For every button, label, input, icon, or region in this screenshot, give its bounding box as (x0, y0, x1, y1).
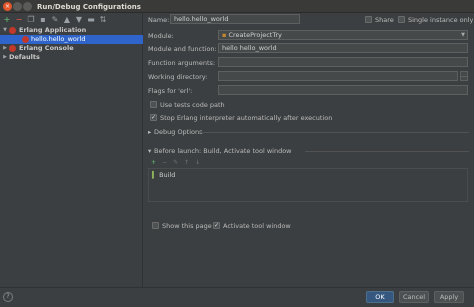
module-select[interactable]: ▪ CreateProjectTry ▼ (218, 30, 468, 40)
erlang-icon (9, 27, 16, 34)
activate-tool-window-checkbox[interactable]: ✓ (213, 222, 220, 229)
show-page-checkbox[interactable] (152, 222, 159, 229)
save-icon[interactable]: ▪ (39, 15, 47, 24)
erlang-icon (22, 36, 29, 43)
cancel-button[interactable]: Cancel (399, 291, 429, 303)
tree-item-hello-world[interactable]: hello.hello_world (0, 35, 143, 44)
configuration-form: Name: hello.hello_world Share Single ins… (143, 13, 474, 287)
tree-item-label: hello.hello_world (31, 35, 86, 43)
chevron-down-icon[interactable]: ▼ (2, 26, 8, 35)
tree-item-label: Erlang Console (19, 44, 74, 52)
move-down-icon[interactable]: ↓ (195, 159, 200, 166)
tree-item-erlang-console[interactable]: ▶ Erlang Console (0, 44, 143, 53)
flags-label: Flags for 'erl': (148, 87, 193, 95)
module-icon: ▪ (222, 31, 227, 39)
remove-icon[interactable]: − (15, 15, 23, 24)
module-label: Module: (148, 32, 174, 40)
before-launch-divider (305, 151, 469, 152)
folder-icon[interactable]: ▬ (87, 15, 95, 24)
before-launch-list: ▍ Build (148, 168, 468, 202)
tree-item-label: Defaults (9, 53, 40, 61)
activate-tool-window-label: Activate tool window (223, 222, 291, 230)
window-title: Run/Debug Configurations (37, 3, 141, 11)
settings-icon[interactable]: ✎ (51, 15, 59, 24)
help-button[interactable]: ? (3, 292, 13, 302)
function-arguments-field[interactable] (218, 57, 468, 67)
use-tests-label: Use tests code path (160, 101, 225, 109)
chevron-right-icon[interactable]: ▶ (2, 53, 8, 62)
move-up-icon[interactable]: ↑ (184, 159, 189, 166)
close-icon: × (4, 3, 11, 10)
apply-button[interactable]: Apply (434, 291, 464, 303)
share-checkbox[interactable] (365, 16, 372, 23)
before-launch-toolbar: + − ✎ ↑ ↓ (151, 159, 200, 166)
dialog-button-bar: ? OK Cancel Apply (0, 287, 474, 307)
module-function-label: Module and function: (148, 45, 217, 53)
debug-options-divider (199, 132, 469, 133)
ok-button[interactable]: OK (366, 291, 394, 303)
name-field[interactable]: hello.hello_world (170, 14, 300, 24)
working-directory-field[interactable] (218, 71, 458, 81)
close-window-button[interactable]: × (3, 2, 12, 11)
list-item[interactable]: ▍ Build (152, 171, 175, 179)
tree-item-defaults[interactable]: ▶ Defaults (0, 53, 143, 62)
debug-options-toggle[interactable]: Debug Options (154, 128, 203, 136)
flags-field[interactable] (218, 85, 468, 95)
title-bar: × Run/Debug Configurations (0, 0, 474, 13)
chevron-right-icon[interactable]: ▸ (148, 128, 151, 136)
configurations-toolbar: + − ❐ ▪ ✎ ▲ ▼ ▬ ⇅ (3, 15, 107, 24)
build-icon: ▍ (152, 171, 157, 179)
maximize-window-button[interactable] (23, 2, 32, 11)
tree-item-label: Erlang Application (19, 26, 87, 34)
before-launch-toggle[interactable]: Before launch: Build, Activate tool wind… (154, 147, 291, 155)
add-icon[interactable]: + (3, 15, 11, 24)
configurations-panel: + − ❐ ▪ ✎ ▲ ▼ ▬ ⇅ ▼ Erlang Application h… (0, 13, 143, 287)
share-label: Share (375, 16, 394, 24)
stop-erlang-label: Stop Erlang interpreter automatically af… (160, 114, 333, 122)
name-label: Name: (148, 16, 170, 24)
minimize-window-button[interactable] (13, 2, 22, 11)
working-directory-label: Working directory: (148, 73, 208, 81)
list-item-label: Build (159, 171, 176, 179)
add-icon[interactable]: + (151, 159, 156, 166)
show-page-label: Show this page (162, 222, 212, 230)
configurations-tree: ▼ Erlang Application hello.hello_world ▶… (0, 26, 143, 62)
move-down-icon[interactable]: ▼ (75, 15, 83, 24)
copy-icon[interactable]: ❐ (27, 15, 35, 24)
tree-item-erlang-application[interactable]: ▼ Erlang Application (0, 26, 143, 35)
chevron-right-icon[interactable]: ▶ (2, 44, 8, 53)
single-instance-checkbox[interactable] (398, 16, 405, 23)
browse-folder-button[interactable]: … (460, 71, 468, 81)
function-arguments-label: Function arguments: (148, 59, 216, 67)
edit-icon[interactable]: ✎ (173, 159, 178, 166)
stop-erlang-checkbox[interactable]: ✓ (150, 114, 157, 121)
single-instance-label: Single instance only (408, 16, 474, 24)
chevron-down-icon: ▼ (461, 32, 465, 38)
remove-icon[interactable]: − (162, 159, 167, 166)
move-up-icon[interactable]: ▲ (63, 15, 71, 24)
sort-icon[interactable]: ⇅ (99, 15, 107, 24)
erlang-icon (9, 45, 16, 52)
chevron-down-icon[interactable]: ▾ (148, 147, 151, 155)
use-tests-checkbox[interactable] (150, 101, 157, 108)
module-value: CreateProjectTry (228, 31, 282, 39)
module-function-field[interactable]: hello hello_world (218, 43, 468, 53)
